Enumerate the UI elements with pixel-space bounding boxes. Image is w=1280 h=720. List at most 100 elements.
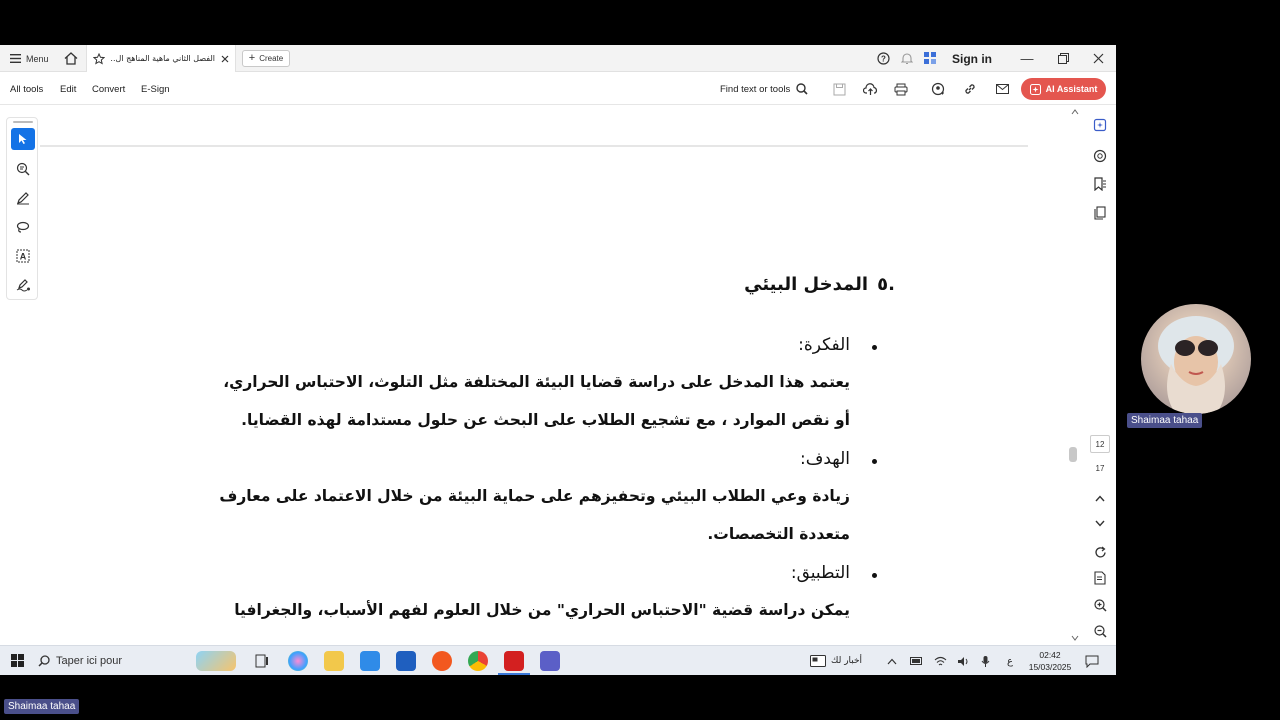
all-tools-menu[interactable]: All tools <box>10 73 43 105</box>
taskbar-search[interactable]: Taper ici pour <box>38 646 122 676</box>
zoom-in-icon <box>1093 598 1107 612</box>
sign-tool-button[interactable] <box>11 274 35 296</box>
apply-line-1: يمكن دراسة قضية "الاحتباس الحراري" من خل… <box>234 601 850 619</box>
right-rail: 12 17 <box>1085 106 1115 645</box>
select-tool-button[interactable] <box>11 128 35 150</box>
microphone-indicator[interactable] <box>981 646 990 676</box>
acrobat-app-icon[interactable] <box>504 651 524 671</box>
email-button[interactable] <box>994 81 1010 97</box>
restore-icon <box>1057 53 1069 64</box>
start-button[interactable] <box>11 654 24 672</box>
section-number: .٥ <box>877 274 895 295</box>
ai-generate-button[interactable] <box>1092 117 1108 133</box>
page-separator <box>40 145 1028 147</box>
left-tool-rail: A <box>6 117 38 300</box>
copy-link-button[interactable] <box>962 81 978 97</box>
cloud-upload-icon <box>862 82 877 95</box>
minimize-button[interactable]: — <box>1012 45 1042 72</box>
pages-icon <box>1094 206 1106 220</box>
convert-menu[interactable]: Convert <box>92 73 125 105</box>
close-tab-icon[interactable] <box>221 55 229 63</box>
text-tool-button[interactable]: A <box>11 245 35 267</box>
self-name-tag: Shaimaa tahaa <box>4 699 80 714</box>
draw-tool-button[interactable] <box>11 216 35 238</box>
search-placeholder: Taper ici pour <box>56 655 123 667</box>
zoom-out-button[interactable] <box>1092 623 1108 639</box>
page-settings-button[interactable] <box>1092 570 1108 586</box>
participant-name-tag: Shaimaa tahaa <box>1127 413 1203 428</box>
participant-video[interactable] <box>1141 304 1251 414</box>
upload-button[interactable] <box>862 81 878 97</box>
zoom-in-button[interactable] <box>1092 597 1108 613</box>
comments-panel-button[interactable] <box>1092 148 1108 164</box>
bookmark-icon <box>1094 177 1106 191</box>
notifications-button[interactable] <box>901 45 913 72</box>
help-button[interactable]: ? <box>877 45 890 72</box>
idea-line-1: يعتمد هذا المدخل على دراسة قضايا البيئة … <box>223 373 850 391</box>
create-button[interactable]: + Create <box>242 50 290 67</box>
sign-in-button[interactable]: Sign in <box>952 45 992 72</box>
current-page-field[interactable]: 12 <box>1090 435 1110 453</box>
tray-expand-button[interactable] <box>887 646 897 676</box>
idea-label: الفكرة: <box>798 335 850 355</box>
task-view-icon <box>255 654 268 668</box>
print-button[interactable] <box>893 81 909 97</box>
taskbar-clock[interactable]: 02:42 15/03/2025 <box>1024 649 1076 673</box>
vertical-scrollbar[interactable] <box>1069 106 1081 645</box>
home-button[interactable] <box>64 45 78 72</box>
scroll-down-arrow-icon <box>1071 635 1079 641</box>
previous-page-button[interactable] <box>1092 490 1108 506</box>
chevron-up-icon <box>1095 494 1105 501</box>
save-button[interactable] <box>831 81 847 97</box>
task-view-button[interactable] <box>252 651 272 671</box>
copilot-app-icon[interactable] <box>288 651 308 671</box>
restore-button[interactable] <box>1048 45 1078 72</box>
news-widget[interactable]: أخبار لك <box>810 646 862 676</box>
scroll-up-arrow-icon <box>1071 109 1079 115</box>
notification-center-button[interactable] <box>1085 646 1099 676</box>
save-icon <box>833 83 845 95</box>
outlook-app-icon[interactable] <box>396 651 416 671</box>
edit-menu[interactable]: Edit <box>60 73 76 105</box>
esign-menu[interactable]: E-Sign <box>141 73 170 105</box>
file-explorer-icon[interactable] <box>324 651 344 671</box>
plus-icon: + <box>248 52 256 64</box>
news-icon <box>810 655 826 667</box>
edge-app-icon[interactable] <box>360 651 380 671</box>
zoom-out-icon <box>1093 624 1107 638</box>
text-box-icon: A <box>16 249 30 263</box>
search-highlight-icon[interactable] <box>196 651 236 671</box>
refresh-button[interactable] <box>1092 544 1108 560</box>
highlight-tool-button[interactable] <box>11 187 35 209</box>
page-gear-icon <box>1093 571 1106 585</box>
comment-zoom-icon <box>16 162 30 176</box>
document-tab[interactable]: الفصل الثاني ماهية المناهج ال... <box>86 45 236 72</box>
volume-indicator[interactable] <box>957 646 970 676</box>
chrome-app-icon[interactable] <box>468 651 488 671</box>
search-icon <box>796 83 808 95</box>
wifi-indicator[interactable] <box>934 646 947 676</box>
comment-tool-button[interactable] <box>11 158 35 180</box>
close-window-button[interactable] <box>1083 45 1113 72</box>
find-tools-button[interactable]: Find text or tools <box>720 73 808 105</box>
help-icon: ? <box>877 52 890 65</box>
next-page-button[interactable] <box>1092 515 1108 531</box>
menu-button[interactable]: Menu <box>10 45 49 72</box>
ai-assistant-button[interactable]: AI Assistant <box>1021 78 1106 100</box>
input-language[interactable]: ع <box>1007 646 1013 676</box>
share-link-button[interactable] <box>930 81 946 97</box>
pages-panel-button[interactable] <box>1092 205 1108 221</box>
ai-assistant-label: AI Assistant <box>1045 84 1098 94</box>
share-person-icon <box>931 82 945 96</box>
battery-indicator[interactable] <box>910 646 923 676</box>
bookmarks-panel-button[interactable] <box>1092 176 1108 192</box>
apps-button[interactable] <box>924 45 937 72</box>
mail-icon <box>995 84 1009 94</box>
scrollbar-thumb[interactable] <box>1069 447 1077 462</box>
lasso-icon <box>16 221 30 233</box>
goal-label: الهدف: <box>799 449 850 469</box>
sound-app-icon[interactable] <box>432 651 452 671</box>
bell-icon <box>901 53 913 65</box>
main-toolbar: All tools Edit Convert E-Sign Find text … <box>0 73 1116 105</box>
teams-app-icon[interactable] <box>540 651 560 671</box>
